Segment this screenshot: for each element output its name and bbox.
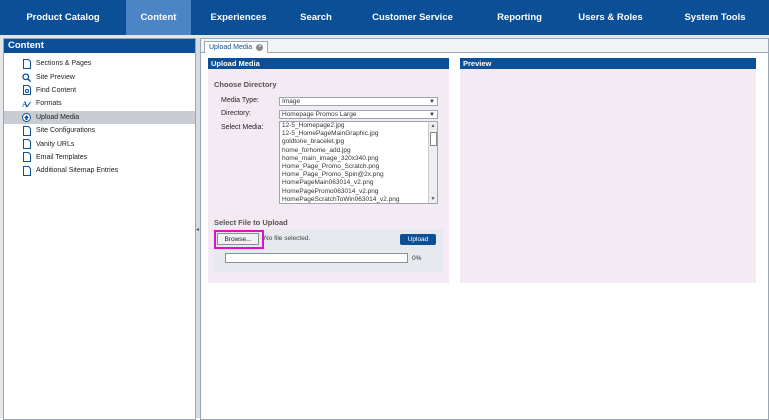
browse-button[interactable]: Browse... — [217, 233, 259, 245]
list-item[interactable]: HomePagePromo063014_v2.png — [280, 188, 437, 196]
sidebar-item-additional-sitemap-entries[interactable]: Additional Sitemap Entries — [4, 164, 195, 177]
scrollbar-thumb[interactable] — [430, 132, 437, 146]
sidebar-item-formats[interactable]: A Formats — [4, 97, 195, 110]
scroll-up-arrow-icon[interactable]: ▲ — [429, 122, 437, 130]
sidebar-item-label: Formats — [36, 100, 62, 108]
media-file-list[interactable]: 12-5_Homepage2.jpg 12-5_HomePageMainGrap… — [279, 121, 438, 204]
directory-select[interactable]: Homepage Promos Large ▼ — [279, 110, 438, 119]
sidebar-item-label: Site Preview — [36, 73, 75, 81]
list-item[interactable]: 12-5_Homepage2.jpg — [280, 122, 437, 130]
sidebar-item-site-configurations[interactable]: Site Configurations — [4, 124, 195, 137]
nav-users-roles[interactable]: Users & Roles — [560, 0, 661, 35]
sidebar-item-label: Find Content — [36, 86, 77, 94]
list-item[interactable]: Home_Page_Promo_Scratch.png — [280, 163, 437, 171]
media-type-select[interactable]: Image ▼ — [279, 97, 438, 106]
sidebar-item-label: Sections & Pages — [36, 60, 92, 68]
list-scrollbar[interactable]: ▲ ▼ — [428, 122, 437, 203]
list-item[interactable]: HomePageScratchToWin063014_v2.png — [280, 196, 437, 203]
sidebar-item-email-templates[interactable]: Email Templates — [4, 151, 195, 164]
list-item[interactable]: 12-5_HomePageMainGraphic.jpg — [280, 130, 437, 138]
media-type-label: Media Type: — [221, 97, 260, 104]
directory-value: Homepage Promos Large — [282, 111, 357, 118]
upload-area: Browse... No file selected. Upload 0% — [214, 229, 443, 272]
tab-label: Upload Media — [209, 44, 253, 51]
document-icon — [22, 165, 31, 176]
select-file-heading: Select File to Upload — [214, 218, 288, 227]
document-icon — [22, 125, 31, 136]
nav-reporting[interactable]: Reporting — [479, 0, 560, 35]
nav-customer-service[interactable]: Customer Service — [346, 0, 479, 35]
list-item[interactable]: home_main_image_320x340.png — [280, 155, 437, 163]
nav-system-tools[interactable]: System Tools — [661, 0, 769, 35]
upload-progress-text: 0% — [412, 255, 422, 262]
list-item[interactable]: home_forhome_add.jpg — [280, 147, 437, 155]
nav-experiences[interactable]: Experiences — [191, 0, 286, 35]
tab-upload-media[interactable]: Upload Media × — [204, 41, 269, 53]
upload-media-panel-title: Upload Media — [208, 58, 449, 69]
close-icon[interactable]: × — [256, 44, 264, 51]
choose-directory-heading: Choose Directory — [214, 80, 277, 89]
formats-icon: A — [22, 99, 31, 109]
dropdown-arrow-icon: ▼ — [429, 112, 435, 118]
document-icon — [22, 152, 31, 163]
sidebar-item-label: Vanity URLs — [36, 140, 75, 148]
list-item[interactable]: HomePageMain063014_v2.png — [280, 179, 437, 187]
sidebar-item-label: Email Templates — [36, 153, 88, 161]
list-item[interactable]: goldtone_bracelet.jpg — [280, 138, 437, 146]
sidebar-item-vanity-urls[interactable]: Vanity URLs — [4, 137, 195, 150]
media-type-value: Image — [282, 98, 301, 105]
upload-button[interactable]: Upload — [400, 234, 436, 245]
sidebar-item-upload-media[interactable]: Upload Media — [4, 110, 195, 124]
sidebar-item-find-content[interactable]: Find Content — [4, 84, 195, 97]
directory-label: Directory: — [221, 110, 251, 117]
workspace: Content Sections & Pages Site Preview Fi… — [0, 35, 769, 420]
list-item[interactable]: Home_Page_Promo_Spin@2x.png — [280, 171, 437, 179]
sidebar-item-label: Additional Sitemap Entries — [36, 167, 119, 175]
find-document-icon — [22, 85, 31, 96]
no-file-selected-text: No file selected. — [264, 235, 311, 242]
main-content: Upload Media × Upload Media Choose Direc… — [200, 38, 769, 420]
sidebar-item-label: Site Configurations — [36, 127, 96, 135]
scroll-down-arrow-icon[interactable]: ▼ — [429, 195, 437, 203]
nav-product-catalog[interactable]: Product Catalog — [0, 0, 126, 35]
select-media-label: Select Media: — [221, 124, 264, 131]
document-icon — [22, 139, 31, 150]
sidebar-item-label: Upload Media — [36, 113, 80, 121]
upload-icon — [22, 112, 31, 122]
nav-search[interactable]: Search — [286, 0, 346, 35]
sidebar-item-site-preview[interactable]: Site Preview — [4, 70, 195, 83]
preview-panel-title: Preview — [460, 58, 756, 69]
dropdown-arrow-icon: ▼ — [429, 99, 435, 105]
document-icon — [22, 58, 31, 69]
nav-content[interactable]: Content — [126, 0, 191, 35]
sidebar: Content Sections & Pages Site Preview Fi… — [3, 38, 196, 420]
magnifier-icon — [22, 72, 31, 82]
sidebar-item-sections-pages[interactable]: Sections & Pages — [4, 57, 195, 70]
sidebar-title: Content — [4, 39, 195, 53]
upload-media-panel: Upload Media Choose Directory Media Type… — [208, 58, 449, 283]
preview-panel: Preview — [460, 58, 756, 283]
upload-progress-bar — [225, 253, 408, 263]
tab-bar: Upload Media × — [201, 39, 768, 53]
top-navigation: Product Catalog Content Experiences Sear… — [0, 0, 769, 35]
